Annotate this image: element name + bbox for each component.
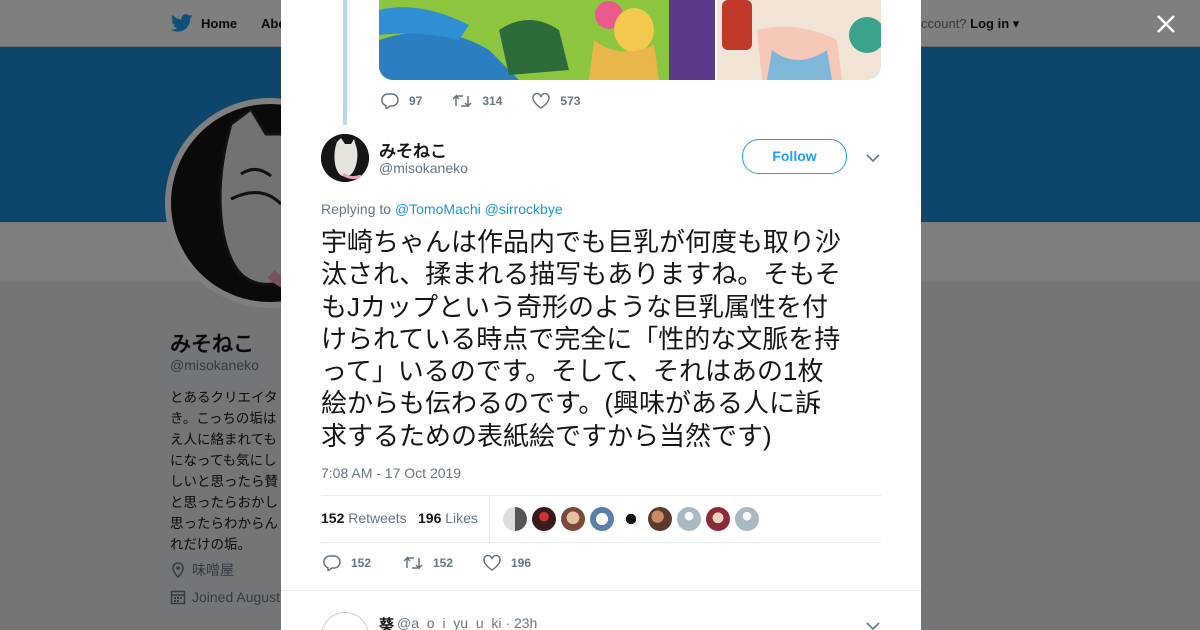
- likes-stat[interactable]: 196 Likes: [418, 510, 478, 526]
- retweet-button[interactable]: 152: [403, 555, 453, 571]
- divider: [321, 542, 881, 543]
- retweets-count: 152: [321, 510, 345, 526]
- retweet-icon: [403, 556, 423, 570]
- liker-avatar[interactable]: [619, 507, 643, 531]
- tweet-text: 宇崎ちゃんは作品内でも巨乳が何度も取り沙 汰され、揉まれる描写もありますね。そも…: [321, 226, 886, 452]
- reply-icon: [381, 93, 399, 109]
- replying-to: Replying to @TomoMachi @sirrockbye: [321, 201, 563, 217]
- prev-reply-button[interactable]: 97: [381, 93, 422, 109]
- liker-avatar[interactable]: [735, 507, 759, 531]
- like-count: 196: [511, 556, 532, 570]
- divider: [489, 496, 490, 542]
- tweet-text-line: けられている時点で完全に「性的な文脈を持: [321, 323, 841, 354]
- tweet-text-line: 求するための表紙絵ですから当然です): [321, 420, 772, 451]
- follow-button[interactable]: Follow: [742, 139, 847, 174]
- liker-avatar[interactable]: [677, 507, 701, 531]
- prev-like-count: 573: [560, 94, 581, 108]
- reply-button[interactable]: 152: [323, 555, 371, 571]
- like-button[interactable]: 196: [483, 555, 531, 571]
- liker-avatar[interactable]: [706, 507, 730, 531]
- previous-tweet-media[interactable]: [379, 0, 881, 80]
- author-avatar[interactable]: [321, 134, 369, 182]
- retweet-icon: [452, 94, 472, 108]
- reply-options-button[interactable]: [866, 618, 880, 630]
- tweet-text-line: 絵からも伝わるのです。(興味がある人に訴: [321, 388, 822, 419]
- tweet-text-line: もJカップという奇形のような巨乳属性を付: [321, 291, 829, 322]
- media-image-1[interactable]: [379, 0, 715, 80]
- tweet-text-line: 汰され、揉まれる描写もありますね。そもそ: [321, 259, 841, 290]
- close-modal-button[interactable]: [1152, 10, 1180, 38]
- thread-connector: [343, 0, 347, 125]
- tweet-timestamp[interactable]: 7:08 AM - 17 Oct 2019: [321, 465, 461, 481]
- retweets-stat[interactable]: 152 Retweets: [321, 510, 407, 526]
- tweet-text-line: 宇崎ちゃんは作品内でも巨乳が何度も取り沙: [321, 227, 842, 257]
- previous-tweet-actions: 97 314 573: [381, 93, 580, 109]
- liker-avatar[interactable]: [590, 507, 614, 531]
- mention-link[interactable]: @sirrockbye: [485, 201, 563, 217]
- media-image-2[interactable]: [717, 0, 881, 80]
- tweet-text-line: って」いるのです。そして、それはあの1枚: [321, 356, 824, 387]
- mention-link[interactable]: @TomoMachi: [395, 201, 481, 217]
- reply-avatar[interactable]: [321, 612, 369, 630]
- liker-avatar[interactable]: [503, 507, 527, 531]
- reply-count: 152: [351, 556, 372, 570]
- prev-retweet-count: 314: [482, 94, 503, 108]
- chevron-down-icon: [866, 622, 880, 630]
- prev-retweet-button[interactable]: 314: [452, 93, 502, 109]
- author-name[interactable]: みそねこ: [379, 137, 447, 162]
- liker-avatars: [503, 507, 759, 531]
- liker-avatar[interactable]: [561, 507, 585, 531]
- close-icon: [1157, 15, 1175, 33]
- liker-avatar[interactable]: [648, 507, 672, 531]
- prev-reply-count: 97: [409, 94, 423, 108]
- reply-author-name[interactable]: 葵: [379, 614, 394, 630]
- retweets-label: Retweets: [348, 510, 407, 526]
- divider: [281, 590, 921, 591]
- divider: [321, 495, 881, 496]
- chevron-down-icon: [866, 154, 880, 163]
- retweet-count: 152: [433, 556, 454, 570]
- author-handle[interactable]: @misokaneko: [379, 160, 468, 176]
- tweet-modal: 97 314 573 みそねこ @misokaneko Follow Reply…: [281, 0, 921, 630]
- liker-avatar[interactable]: [532, 507, 556, 531]
- likes-label: Likes: [445, 510, 478, 526]
- reply-meta: @a_o_i_yu_u_ki · 23h: [397, 615, 538, 630]
- tweet-options-button[interactable]: [866, 150, 880, 168]
- heart-icon: [532, 93, 551, 109]
- likes-count: 196: [418, 510, 442, 526]
- reply-icon: [323, 555, 341, 571]
- prev-like-button[interactable]: 573: [532, 93, 580, 109]
- replying-to-label: Replying to: [321, 201, 392, 217]
- heart-icon: [483, 555, 501, 571]
